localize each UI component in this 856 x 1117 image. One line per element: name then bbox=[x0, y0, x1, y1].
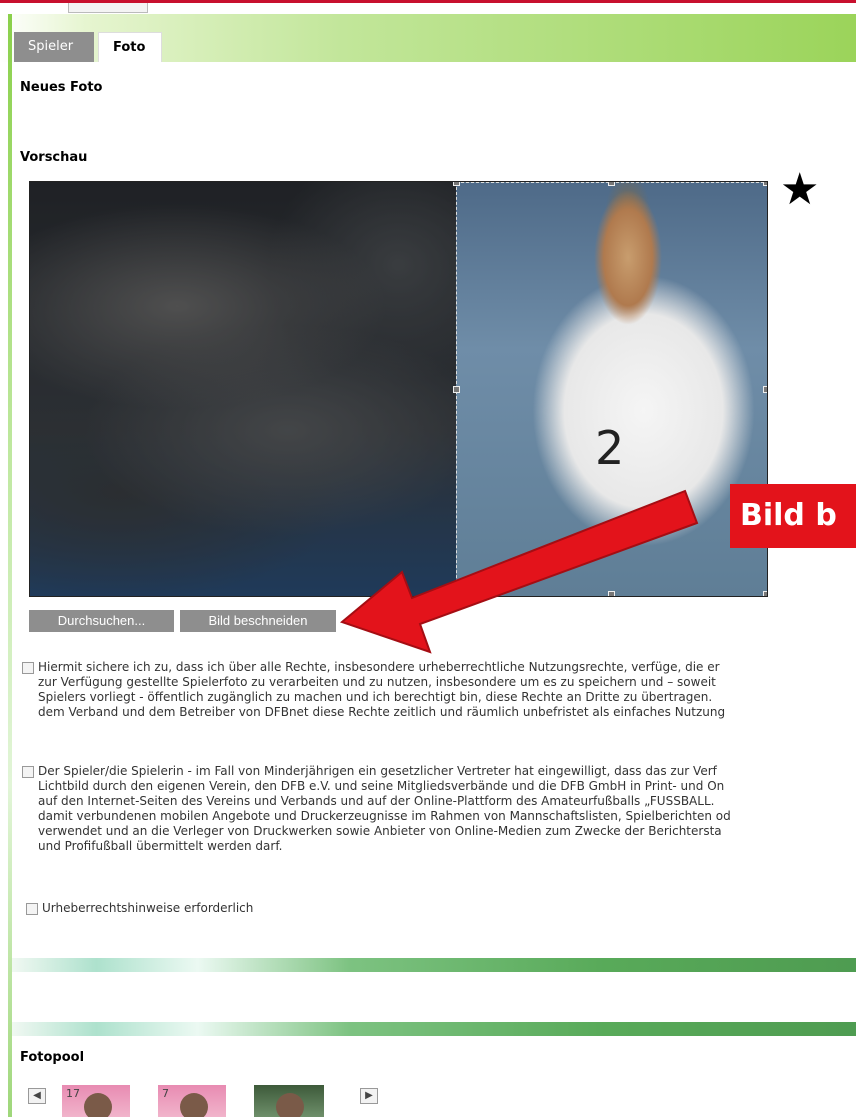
crop-handle-top[interactable] bbox=[608, 182, 615, 186]
thumbnail-face bbox=[180, 1093, 208, 1117]
crop-handle-left[interactable] bbox=[453, 386, 460, 393]
consent-copyright: Urheberrechtshinweise erforderlich bbox=[26, 901, 856, 916]
preview-dimmed-area bbox=[30, 182, 458, 596]
consent-rights: Hiermit sichere ich zu, dass ich über al… bbox=[22, 660, 856, 720]
section-title-preview: Vorschau bbox=[20, 150, 88, 165]
crop-image-button[interactable]: Bild beschneiden bbox=[180, 610, 336, 632]
consent-copyright-checkbox[interactable] bbox=[26, 903, 38, 915]
crop-handle-top-right[interactable] bbox=[763, 182, 767, 186]
pool-thumbnail[interactable] bbox=[254, 1085, 324, 1117]
tab-foto[interactable]: Foto bbox=[98, 32, 162, 62]
tab-spieler[interactable]: Spieler bbox=[14, 32, 94, 62]
crop-handle-right[interactable] bbox=[763, 386, 767, 393]
crop-selection[interactable]: 2 bbox=[456, 182, 767, 596]
section-title-new-photo: Neues Foto bbox=[20, 80, 103, 95]
consent-rights-text: Hiermit sichere ich zu, dass ich über al… bbox=[38, 660, 726, 719]
divider-band bbox=[12, 958, 856, 972]
consent-publication: Der Spieler/die Spielerin - im Fall von … bbox=[22, 764, 856, 854]
browse-button[interactable]: Durchsuchen... bbox=[29, 610, 174, 632]
left-accent-line bbox=[8, 14, 12, 1117]
consent-publication-checkbox[interactable] bbox=[22, 766, 34, 778]
star-icon: ★ bbox=[780, 164, 820, 215]
photo-preview: 2 bbox=[29, 181, 768, 597]
jersey-number: 2 bbox=[595, 421, 625, 475]
pool-thumbnail[interactable]: 7 bbox=[158, 1085, 226, 1117]
pool-prev-button[interactable]: ◀ bbox=[28, 1088, 46, 1104]
consent-publication-text: Der Spieler/die Spielerin - im Fall von … bbox=[38, 764, 731, 853]
crop-handle-bottom-right[interactable] bbox=[763, 591, 767, 596]
thumbnail-face bbox=[276, 1093, 304, 1117]
annotation-callout: Bild b bbox=[730, 484, 856, 548]
consent-copyright-text: Urheberrechtshinweise erforderlich bbox=[42, 901, 254, 915]
divider-band bbox=[12, 1022, 856, 1036]
crop-handle-top-left[interactable] bbox=[453, 182, 460, 186]
consent-rights-checkbox[interactable] bbox=[22, 662, 34, 674]
section-title-photo-pool: Fotopool bbox=[20, 1050, 85, 1065]
pool-next-button[interactable]: ▶ bbox=[360, 1088, 378, 1104]
top-tab-stub bbox=[68, 3, 148, 13]
thumbnail-face bbox=[84, 1093, 112, 1117]
pool-thumbnail[interactable]: 17 bbox=[62, 1085, 130, 1117]
crop-handle-bottom[interactable] bbox=[608, 591, 615, 596]
